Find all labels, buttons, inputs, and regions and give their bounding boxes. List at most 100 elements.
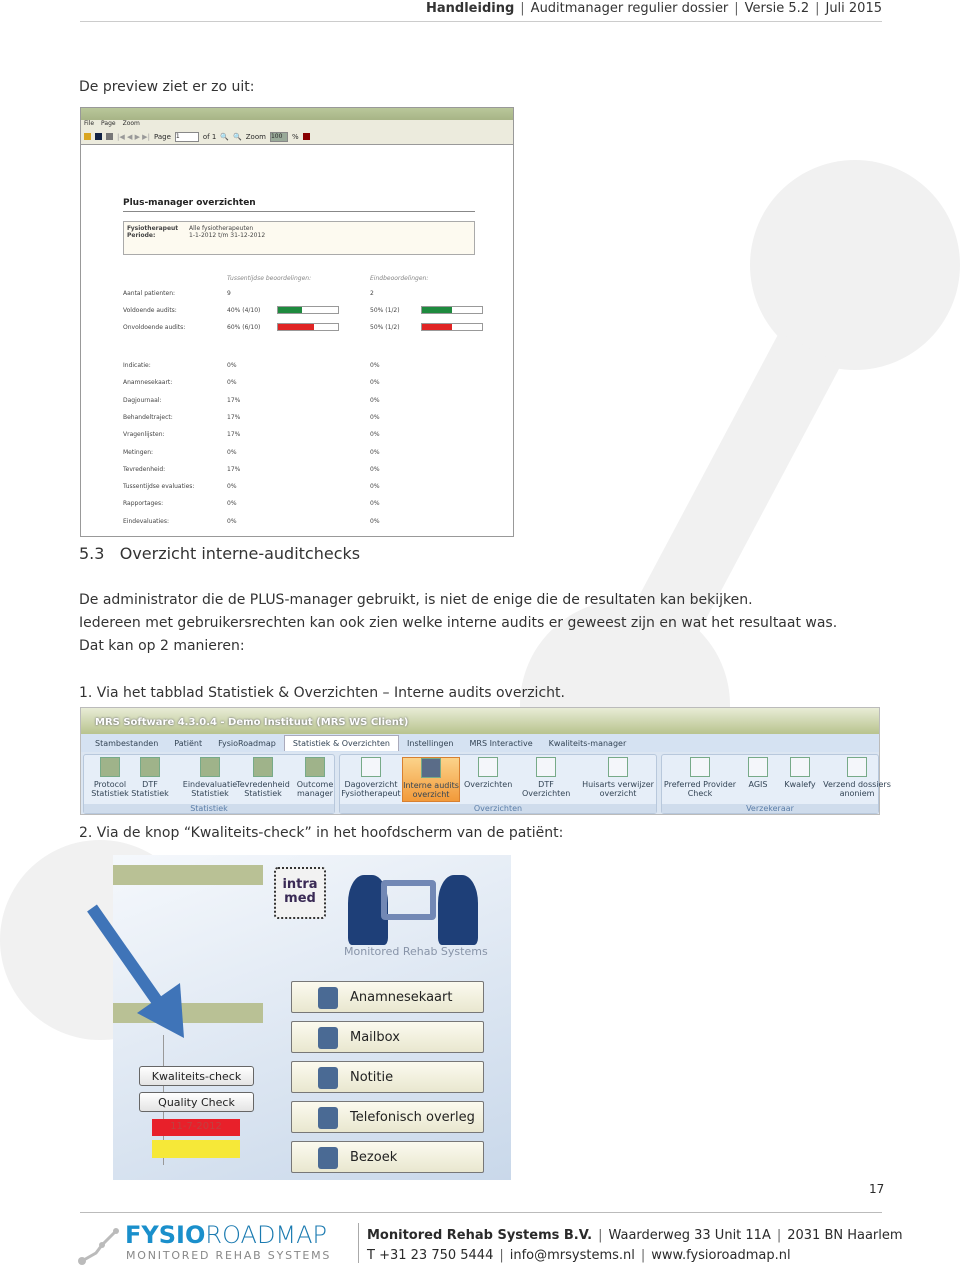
detail-value: 0% — [370, 379, 380, 387]
ribbon-button-icon — [536, 757, 556, 777]
ribbon-button[interactable]: DTF Overzichten — [522, 757, 570, 798]
print-icon[interactable] — [106, 133, 113, 140]
nav-arrows-icon[interactable]: |◀ ◀ ▶ ▶| — [117, 133, 150, 141]
ribbon-button-icon — [790, 757, 810, 777]
menu-file[interactable]: File — [84, 120, 94, 127]
paragraph-line: De administrator die de PLUS-manager geb… — [79, 592, 753, 608]
fysioroadmap-logo: FYSIOROADMAP — [125, 1221, 328, 1249]
open-icon[interactable] — [84, 133, 91, 140]
detail-value: 0% — [227, 379, 237, 387]
detail-label: Indicatie: — [123, 362, 151, 369]
ribbon-tab[interactable]: Kwaliteits-manager — [541, 736, 635, 751]
ribbon-button[interactable]: Verzend dossiers anoniem — [822, 757, 892, 798]
mailbox-button[interactable]: Mailbox — [291, 1021, 484, 1053]
ribbon-tab[interactable]: MRS Interactive — [461, 736, 540, 751]
ribbon-button[interactable]: Kwalefy — [778, 757, 822, 789]
runner-icon — [438, 875, 478, 945]
ribbon-button-label: AGIS — [748, 780, 768, 789]
ribbon-button-label: Kwalefy — [784, 780, 816, 789]
ribbon-group-verzekeraar: Preferred Provider Check AGIS Kwalefy Verze… — [661, 754, 891, 814]
ribbon-tab[interactable]: Stambestanden — [87, 736, 166, 751]
ribbon-button[interactable]: Tevredenheid Statistiek — [234, 757, 292, 798]
ribbon-tab[interactable]: Statistiek & Overzichten — [283, 735, 400, 751]
anamnesekaart-button[interactable]: Anamnesekaart — [291, 981, 484, 1013]
detail-label: Metingen: — [123, 448, 154, 456]
logo-subtitle: MONITORED REHAB SYSTEMS — [126, 1249, 332, 1262]
therapist-value: Alle fysiotherapeuten — [189, 225, 254, 232]
ribbon-button-label: Outcome manager — [296, 780, 334, 798]
ribbon-tab[interactable]: Instellingen — [399, 736, 461, 751]
ribbon-button-label: Interne audits overzicht — [403, 781, 459, 799]
button-label: Telefonisch overleg — [350, 1110, 475, 1125]
detail-value: 0% — [370, 517, 380, 525]
summary-value: 9 — [227, 290, 231, 297]
ribbon-button-label: Dagoverzicht Fysiotherapeut — [341, 780, 401, 798]
ribbon-button[interactable]: Eindevaluatie Statistiek — [180, 757, 240, 798]
ribbon-button-icon — [421, 758, 441, 778]
ribbon-tab[interactable]: Patiënt — [166, 736, 210, 751]
zoom-in-icon[interactable]: 🔍 — [220, 133, 229, 141]
header-band — [113, 865, 263, 885]
detail-value: 17% — [227, 396, 241, 404]
phone-icon — [318, 1107, 338, 1129]
menu-zoom[interactable]: Zoom — [123, 120, 140, 127]
ribbon-button-icon — [608, 757, 628, 777]
detail-value: 0% — [370, 465, 380, 473]
menu-page[interactable]: Page — [101, 120, 116, 127]
ribbon-tabs: Stambestanden Patiënt FysioRoadmap Statisti… — [81, 734, 879, 752]
intro-text: De preview ziet er zo uit: — [79, 79, 255, 95]
ribbon-button[interactable]: DTF Statistiek — [130, 757, 170, 798]
detail-label: Tevredenheid: — [123, 465, 166, 473]
save-icon[interactable] — [95, 133, 102, 140]
ribbon-button[interactable]: Dagoverzicht Fysiotherapeut — [340, 757, 402, 798]
status-badge — [152, 1140, 240, 1158]
ribbon-button[interactable]: Interne audits overzicht — [402, 757, 460, 802]
notepad-icon — [318, 1067, 338, 1089]
detail-value: 17% — [227, 431, 241, 439]
quality-check-button[interactable]: Quality Check — [139, 1092, 254, 1112]
summary-value: 2 — [370, 290, 374, 297]
zoom-input[interactable]: 100 — [269, 131, 288, 142]
detail-value: 0% — [227, 483, 237, 491]
summary-value: 60% (6/10) — [227, 324, 261, 331]
menu-bar: File Page Zoom — [81, 120, 513, 129]
summary-label: Onvoldoende audits: — [123, 324, 186, 331]
ribbon-group-overzichten: Dagoverzicht Fysiotherapeut Interne audit… — [339, 754, 657, 814]
ribbon-button[interactable]: Protocol Statistiek — [84, 757, 136, 798]
ribbon-button[interactable]: Huisarts verwijzer overzicht — [576, 757, 660, 798]
col-final: Eindbeoordelingen: — [370, 275, 429, 282]
ribbon-button-icon — [100, 757, 120, 777]
header-doc: Handleiding — [426, 1, 515, 16]
detail-label: Behandeltraject: — [123, 413, 173, 421]
ribbon-button-label: DTF Overzichten — [522, 780, 571, 798]
ribbon-screenshot: MRS Software 4.3.0.4 - Demo Instituut (M… — [80, 707, 891, 815]
exit-icon[interactable] — [302, 133, 310, 140]
ribbon-button-icon — [847, 757, 867, 777]
detail-label: Tussentijdse evaluaties: — [123, 483, 195, 491]
ribbon-tab[interactable]: FysioRoadmap — [210, 736, 284, 751]
summary-value: 50% (1/2) — [370, 324, 400, 331]
detail-value: 0% — [370, 396, 380, 404]
paragraph-line: Iedereen met gebruikersrechten kan ook z… — [79, 615, 838, 631]
ribbon-group-label: Verzekeraar — [662, 804, 878, 813]
ribbon-button[interactable]: Preferred Provider Check — [662, 757, 738, 798]
ribbon-button[interactable]: Outcome manager — [294, 757, 336, 798]
ribbon-button-label: Huisarts verwijzer overzicht — [582, 780, 654, 798]
date-badge: 11-7-2012 — [152, 1119, 240, 1136]
summary-value: 50% (1/2) — [370, 307, 400, 314]
summary-label: Aantal patienten: — [123, 290, 176, 297]
detail-value: 0% — [227, 448, 237, 456]
screen-icon — [381, 880, 436, 920]
notitie-button[interactable]: Notitie — [291, 1061, 484, 1093]
ribbon-button[interactable]: AGIS — [738, 757, 778, 789]
telefonisch-overleg-button[interactable]: Telefonisch overleg — [291, 1101, 484, 1133]
ribbon-button-icon — [200, 757, 220, 777]
page-input[interactable]: 1 — [174, 131, 199, 142]
bezoek-button[interactable]: Bezoek — [291, 1141, 484, 1173]
header-version: Versie 5.2 — [744, 1, 810, 16]
zoom-out-icon[interactable]: 🔍 — [233, 133, 242, 141]
header-date: Juli 2015 — [825, 1, 882, 16]
detail-label: Anamnesekaart: — [123, 379, 173, 387]
kwaliteits-check-button[interactable]: Kwaliteits-check — [139, 1066, 254, 1086]
ribbon-button[interactable]: Overzichten — [464, 757, 512, 789]
